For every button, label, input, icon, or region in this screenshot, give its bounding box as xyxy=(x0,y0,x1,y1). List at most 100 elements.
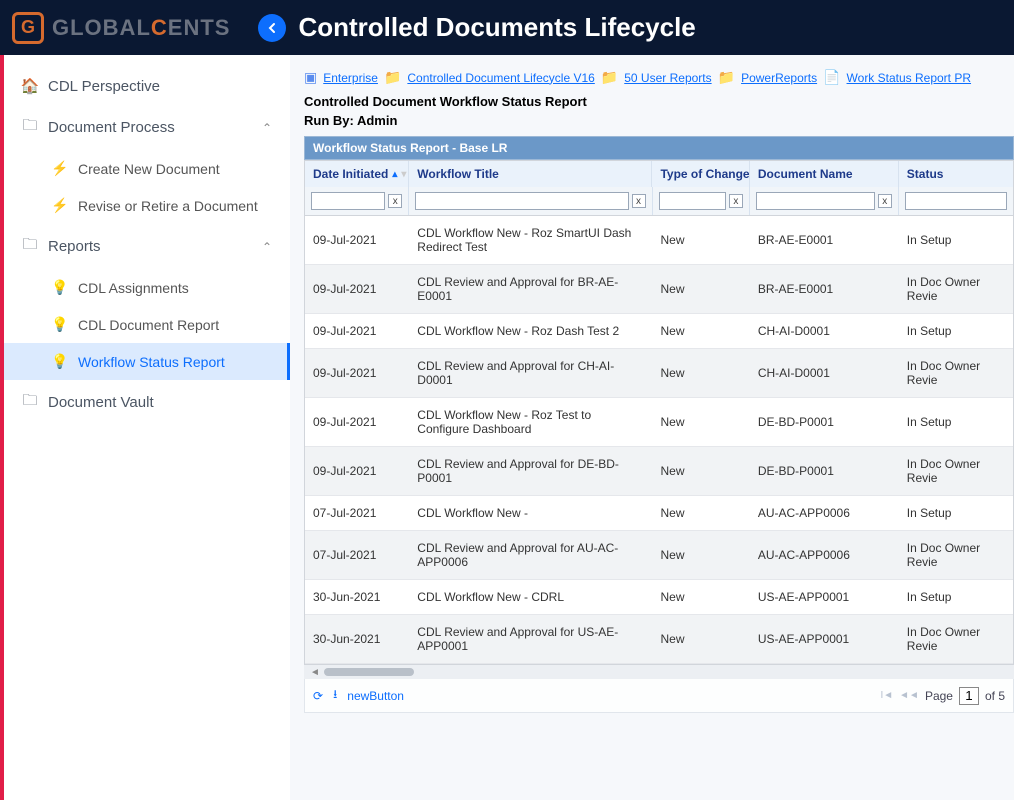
cell-status: In Doc Owner Revie xyxy=(899,615,1013,663)
bulb-icon: 💡 xyxy=(52,316,68,333)
cell-workflow-title: CDL Workflow New - Roz SmartUI Dash Redi… xyxy=(409,216,652,264)
table-row[interactable]: 09-Jul-2021CDL Review and Approval for C… xyxy=(305,349,1013,398)
clear-filter-button[interactable]: x xyxy=(632,194,646,208)
cell-status: In Doc Owner Revie xyxy=(899,265,1013,313)
page-total-label: of 5 xyxy=(985,689,1005,703)
sidebar-item-label: CDL Assignments xyxy=(78,280,189,296)
cell-workflow-title: CDL Workflow New - Roz Dash Test 2 xyxy=(409,314,652,348)
clear-filter-button[interactable]: x xyxy=(388,194,402,208)
scroll-left-icon: ◄ xyxy=(310,667,320,678)
cell-docname: BR-AE-E0001 xyxy=(750,265,899,313)
cell-type: New xyxy=(652,349,749,397)
enterprise-icon: ▣ xyxy=(304,69,317,86)
crumb-user-reports[interactable]: 50 User Reports xyxy=(624,71,711,85)
table-row[interactable]: 07-Jul-2021CDL Workflow New -NewAU-AC-AP… xyxy=(305,496,1013,531)
col-document-name[interactable]: Document Name xyxy=(750,161,899,187)
table-row[interactable]: 09-Jul-2021CDL Workflow New - Roz Test t… xyxy=(305,398,1013,447)
col-date-initiated[interactable]: Date Initiated ▴ ▾ xyxy=(305,161,409,187)
chevron-left-icon xyxy=(264,20,280,36)
horizontal-scrollbar[interactable]: ◄ xyxy=(304,665,1014,679)
cell-type: New xyxy=(652,496,749,530)
logo: GLOBALCENTS xyxy=(12,12,230,44)
page-prev-button[interactable]: ◄◄ xyxy=(899,690,919,701)
sidebar-item-cdl-assignments[interactable]: 💡 CDL Assignments xyxy=(4,269,290,306)
sidebar-item-revise-retire[interactable]: ⚡ Revise or Retire a Document xyxy=(4,187,290,224)
table-row[interactable]: 09-Jul-2021CDL Workflow New - Roz SmartU… xyxy=(305,216,1013,265)
sidebar-item-document-process[interactable]: 🗀 Document Process ⌃ xyxy=(4,105,290,150)
sidebar-item-document-vault[interactable]: 🗀 Document Vault xyxy=(4,380,290,425)
cell-type: New xyxy=(652,216,749,264)
sidebar-item-workflow-status-report[interactable]: 💡 Workflow Status Report xyxy=(4,343,290,380)
cell-date: 09-Jul-2021 xyxy=(305,265,409,313)
bulb-icon: 💡 xyxy=(52,353,68,370)
cell-docname: AU-AC-APP0006 xyxy=(750,531,899,579)
download-icon[interactable]: ⭳ xyxy=(333,685,337,706)
filter-type-input[interactable] xyxy=(659,192,726,210)
cell-workflow-title: CDL Review and Approval for CH-AI-D0001 xyxy=(409,349,652,397)
cell-type: New xyxy=(652,398,749,446)
cell-workflow-title: CDL Review and Approval for AU-AC-APP000… xyxy=(409,531,652,579)
clear-filter-button[interactable]: x xyxy=(729,194,743,208)
crumb-enterprise[interactable]: Enterprise xyxy=(323,71,378,85)
col-status[interactable]: Status xyxy=(899,161,1013,187)
new-button[interactable]: newButton xyxy=(347,689,404,703)
crumb-powerreports[interactable]: PowerReports xyxy=(741,71,817,85)
back-button[interactable] xyxy=(258,14,286,42)
sidebar-item-label: Revise or Retire a Document xyxy=(78,198,258,214)
filter-date-input[interactable] xyxy=(311,192,385,210)
table-header-row: Date Initiated ▴ ▾ Workflow Title Type o… xyxy=(305,161,1013,187)
sidebar: 🏠 CDL Perspective 🗀 Document Process ⌃ ⚡… xyxy=(0,55,290,800)
cell-type: New xyxy=(652,580,749,614)
page-number-input[interactable] xyxy=(959,687,979,705)
top-bar: GLOBALCENTS Controlled Documents Lifecyc… xyxy=(0,0,1014,55)
cell-docname: DE-BD-P0001 xyxy=(750,398,899,446)
cell-workflow-title: CDL Workflow New - Roz Test to Configure… xyxy=(409,398,652,446)
table-row[interactable]: 30-Jun-2021CDL Review and Approval for U… xyxy=(305,615,1013,664)
logo-text: GLOBALCENTS xyxy=(52,15,230,41)
folder-icon: 📁 xyxy=(718,69,735,86)
refresh-icon[interactable]: ⟳ xyxy=(313,689,323,703)
col-type-of-change[interactable]: Type of Change xyxy=(652,161,749,187)
sidebar-item-create-new-document[interactable]: ⚡ Create New Document xyxy=(4,150,290,187)
sidebar-item-cdl-perspective[interactable]: 🏠 CDL Perspective xyxy=(4,67,290,105)
cell-workflow-title: CDL Review and Approval for US-AE-APP000… xyxy=(409,615,652,663)
crumb-cdl-v16[interactable]: Controlled Document Lifecycle V16 xyxy=(407,71,594,85)
page-first-button[interactable]: I◄ xyxy=(880,690,893,701)
cell-date: 09-Jul-2021 xyxy=(305,398,409,446)
clear-filter-button[interactable]: x xyxy=(878,194,892,208)
cell-date: 09-Jul-2021 xyxy=(305,314,409,348)
cell-date: 30-Jun-2021 xyxy=(305,580,409,614)
breadcrumb: ▣ Enterprise 📁 Controlled Document Lifec… xyxy=(304,69,1014,86)
filter-title-input[interactable] xyxy=(415,192,628,210)
cell-docname: US-AE-APP0001 xyxy=(750,615,899,663)
filter-status-input[interactable] xyxy=(905,192,1007,210)
scrollbar-thumb[interactable] xyxy=(324,668,414,676)
sidebar-item-label: Document Process xyxy=(48,119,175,136)
filter-docname-input[interactable] xyxy=(756,192,875,210)
sidebar-item-label: CDL Document Report xyxy=(78,317,219,333)
cell-type: New xyxy=(652,265,749,313)
table-row[interactable]: 30-Jun-2021CDL Workflow New - CDRLNewUS-… xyxy=(305,580,1013,615)
cell-workflow-title: CDL Review and Approval for BR-AE-E0001 xyxy=(409,265,652,313)
table-row[interactable]: 09-Jul-2021CDL Workflow New - Roz Dash T… xyxy=(305,314,1013,349)
sidebar-item-label: Workflow Status Report xyxy=(78,354,225,370)
cell-docname: CH-AI-D0001 xyxy=(750,314,899,348)
cell-date: 30-Jun-2021 xyxy=(305,615,409,663)
table-row[interactable]: 09-Jul-2021CDL Review and Approval for B… xyxy=(305,265,1013,314)
sidebar-item-reports[interactable]: 🗀 Reports ⌃ xyxy=(4,224,290,269)
pagination: I◄ ◄◄ Page of 5 xyxy=(880,687,1005,705)
cell-date: 07-Jul-2021 xyxy=(305,496,409,530)
cell-workflow-title: CDL Workflow New - CDRL xyxy=(409,580,652,614)
sidebar-item-label: CDL Perspective xyxy=(48,78,160,95)
col-workflow-title[interactable]: Workflow Title xyxy=(409,161,652,187)
sidebar-item-cdl-document-report[interactable]: 💡 CDL Document Report xyxy=(4,306,290,343)
cell-status: In Doc Owner Revie xyxy=(899,349,1013,397)
folder-icon: 🗀 xyxy=(22,234,38,259)
report-table: Date Initiated ▴ ▾ Workflow Title Type o… xyxy=(304,160,1014,665)
cell-status: In Doc Owner Revie xyxy=(899,447,1013,495)
cell-docname: BR-AE-E0001 xyxy=(750,216,899,264)
table-row[interactable]: 07-Jul-2021CDL Review and Approval for A… xyxy=(305,531,1013,580)
panel-title: Workflow Status Report - Base LR xyxy=(304,136,1014,160)
crumb-work-status-report[interactable]: Work Status Report PR xyxy=(847,71,972,85)
table-row[interactable]: 09-Jul-2021CDL Review and Approval for D… xyxy=(305,447,1013,496)
